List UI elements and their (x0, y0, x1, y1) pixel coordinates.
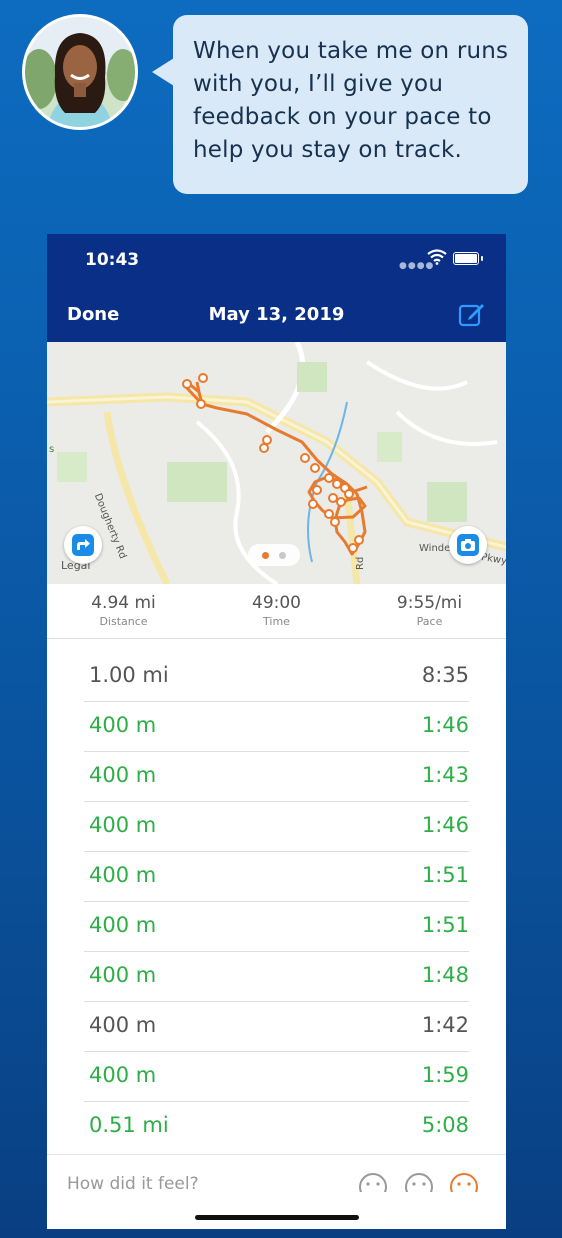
stat-time: 49:00 Time (200, 593, 353, 628)
page-dot (279, 552, 286, 559)
run-stats: 4.94 mi Distance 49:00 Time 9:55/mi Pace (47, 584, 506, 639)
split-time: 1:48 (421, 963, 469, 987)
split-row[interactable]: 400 m 1:46 (84, 702, 469, 752)
share-icon (72, 534, 94, 556)
status-bar: 10:43 ●●●● (47, 234, 506, 289)
route-map[interactable]: Dougherty Rd Rd Windem Pkwy s Legal (47, 342, 506, 584)
split-distance: 400 m (89, 913, 157, 937)
wifi-icon (427, 249, 447, 269)
split-time: 1:42 (421, 1013, 469, 1037)
feel-rating-row: How did it feel? (47, 1172, 506, 1192)
split-distance: 400 m (89, 1013, 157, 1037)
map-road-label: s (49, 444, 55, 455)
split-time: 1:51 (421, 913, 469, 937)
speech-bubble-tail (152, 58, 174, 86)
stat-value: 9:55/mi (396, 593, 463, 613)
split-distance: 400 m (89, 763, 157, 787)
coach-message: When you take me on runs with you, I’ll … (193, 38, 509, 163)
split-row[interactable]: 400 m 1:43 (84, 752, 469, 802)
map-road-label: Rd (355, 556, 366, 570)
split-time: 8:35 (421, 663, 469, 687)
split-distance: 1.00 mi (89, 663, 169, 687)
split-time: 1:43 (421, 763, 469, 787)
stat-label: Distance (99, 615, 148, 628)
stat-pace: 9:55/mi Pace (353, 593, 506, 628)
split-time: 1:46 (421, 813, 469, 837)
split-row[interactable]: 400 m 1:59 (84, 1052, 469, 1102)
split-time: 1:46 (421, 713, 469, 737)
happy-face-icon[interactable] (449, 1172, 479, 1192)
camera-button[interactable] (449, 526, 487, 564)
neutral-face-icon[interactable] (404, 1172, 434, 1192)
splits-list: 1.00 mi 8:35 400 m 1:46 400 m 1:43 400 m… (84, 652, 469, 1151)
coach-avatar (25, 17, 135, 127)
split-row[interactable]: 400 m 1:51 (84, 852, 469, 902)
split-time: 1:51 (421, 863, 469, 887)
split-row[interactable]: 400 m 1:42 (84, 1002, 469, 1052)
split-distance: 400 m (89, 713, 157, 737)
stat-label: Pace (416, 615, 443, 628)
sad-face-icon[interactable] (358, 1172, 388, 1192)
page-indicator[interactable] (248, 544, 300, 566)
stat-value: 49:00 (252, 593, 301, 613)
stat-label: Time (263, 615, 290, 628)
split-row[interactable]: 400 m 1:51 (84, 902, 469, 952)
divider (47, 1154, 506, 1155)
nav-bar: Done May 13, 2019 (47, 289, 506, 342)
page-dot-active (262, 552, 269, 559)
battery-icon (453, 252, 483, 265)
split-row[interactable]: 400 m 1:48 (84, 952, 469, 1002)
split-row[interactable]: 0.51 mi 5:08 (84, 1102, 469, 1151)
split-distance: 400 m (89, 1063, 157, 1087)
stat-value: 4.94 mi (91, 593, 156, 613)
camera-icon (457, 534, 479, 556)
split-distance: 400 m (89, 963, 157, 987)
stat-distance: 4.94 mi Distance (47, 593, 200, 628)
split-distance: 400 m (89, 813, 157, 837)
split-row[interactable]: 400 m 1:46 (84, 802, 469, 852)
coach-speech-bubble: When you take me on runs with you, I’ll … (173, 15, 528, 194)
split-distance: 400 m (89, 863, 157, 887)
home-indicator[interactable] (195, 1215, 359, 1220)
edit-icon[interactable] (458, 301, 486, 331)
split-time: 5:08 (421, 1113, 469, 1137)
status-time: 10:43 (85, 250, 140, 270)
page-title: May 13, 2019 (208, 304, 345, 325)
phone-screen: 10:43 ●●●● Done May 13, 2019 Dougherty R… (47, 234, 506, 1229)
share-route-button[interactable] (64, 526, 102, 564)
feel-prompt: How did it feel? (67, 1174, 199, 1192)
split-time: 1:59 (421, 1063, 469, 1087)
split-distance: 0.51 mi (89, 1113, 169, 1137)
split-row[interactable]: 1.00 mi 8:35 (84, 652, 469, 702)
